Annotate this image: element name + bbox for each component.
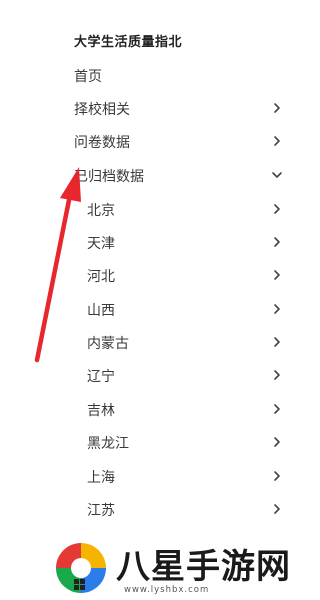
watermark-url: www.lyshbx.com	[124, 585, 210, 595]
colorful-logo-icon	[56, 543, 106, 593]
watermark: 八星手游网 www.lyshbx.com	[50, 535, 300, 600]
red-arrow-icon	[34, 167, 81, 363]
watermark-title: 八星手游网	[116, 547, 291, 587]
